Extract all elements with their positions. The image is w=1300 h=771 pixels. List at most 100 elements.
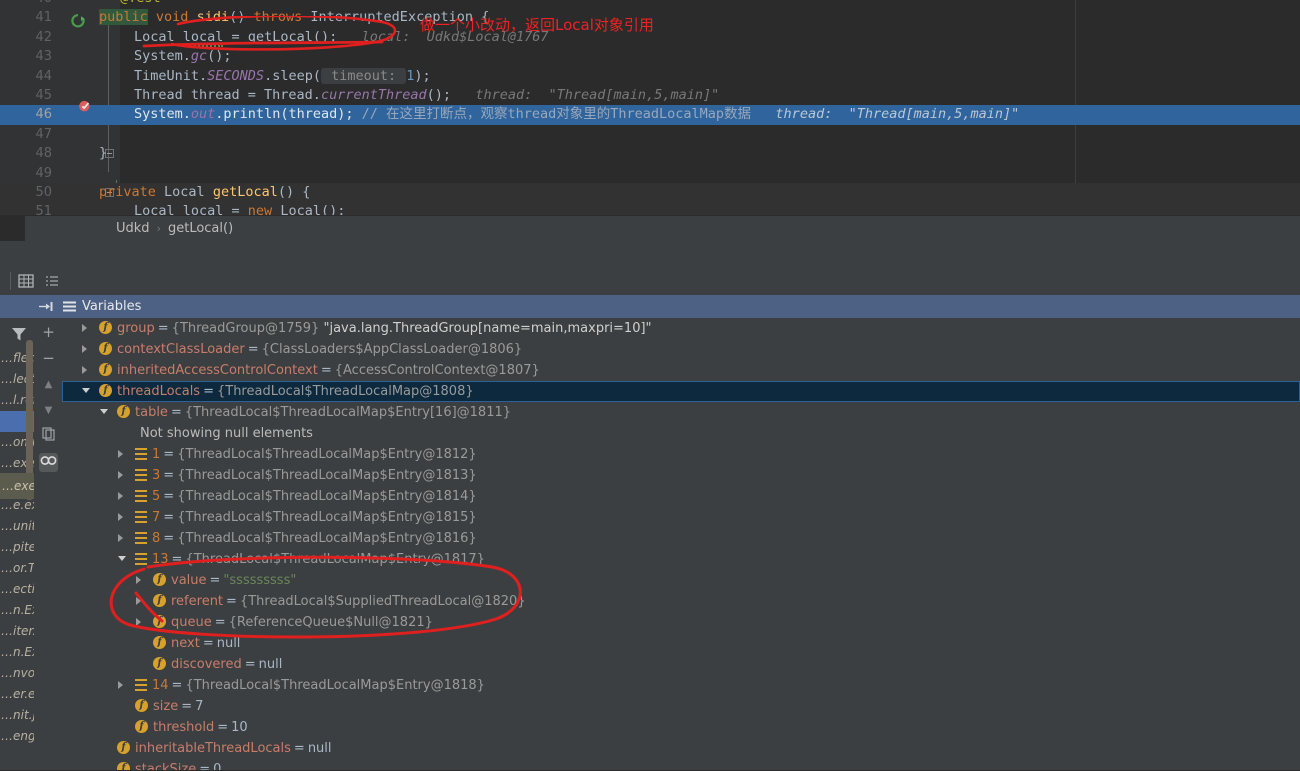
move-up-button[interactable]: ▲ bbox=[39, 375, 58, 394]
variable-value: {ThreadLocal$ThreadLocalMap$Entry@1817} bbox=[185, 552, 485, 567]
frame-row[interactable]: …er.eng bbox=[0, 684, 34, 705]
code-line[interactable]: 44 TimeUnit.SECONDS.sleep( timeout: 1); bbox=[0, 67, 1300, 86]
variable-name: next bbox=[171, 636, 200, 651]
variable-equals: = bbox=[226, 594, 237, 609]
variable-equals: = bbox=[163, 489, 175, 504]
variable-name: inheritableThreadLocals bbox=[135, 741, 291, 756]
variable-row[interactable]: f threshold = 10 bbox=[62, 717, 1300, 738]
expand-arrow-icon[interactable] bbox=[136, 612, 153, 633]
code-editor[interactable]: 40@Test41public void sidi() throws Inter… bbox=[0, 0, 1300, 215]
variable-name: inheritedAccessControlContext bbox=[117, 363, 318, 378]
variable-row[interactable]: f inheritedAccessControlContext = {AccessCo… bbox=[62, 360, 1300, 381]
code-line[interactable]: 43 System.gc(); bbox=[0, 47, 1300, 66]
variable-value: 7 bbox=[195, 699, 204, 714]
frame-row[interactable]: …piter.e bbox=[0, 537, 34, 558]
variable-row[interactable]: f group = {ThreadGroup@1759} "java.lang.Thr… bbox=[62, 318, 1300, 339]
add-watch-button[interactable]: + bbox=[39, 323, 58, 342]
remove-watch-button[interactable]: − bbox=[39, 349, 58, 368]
variables-tree[interactable]: f group = {ThreadGroup@1759} "java.lang.Thr… bbox=[62, 318, 1300, 771]
line-number: 46 bbox=[35, 107, 52, 123]
expand-arrow-icon[interactable] bbox=[82, 339, 99, 360]
frame-row[interactable]: …nvocat bbox=[0, 663, 34, 684]
breadcrumb-item-class[interactable]: Udkd bbox=[116, 221, 150, 236]
code-line[interactable]: 48} bbox=[0, 144, 1300, 163]
variable-equals: = bbox=[244, 657, 256, 672]
line-number: 45 bbox=[35, 88, 52, 103]
collapse-arrow-icon[interactable] bbox=[82, 381, 99, 402]
variable-row[interactable]: f value = "sssssssss" bbox=[62, 570, 1300, 591]
variable-row[interactable]: f queue = {ReferenceQueue$Null@1821} bbox=[62, 612, 1300, 633]
variable-row[interactable]: 3 = {ThreadLocal$ThreadLocalMap$Entry@1813… bbox=[62, 465, 1300, 486]
variable-row[interactable]: 8 = {ThreadLocal$ThreadLocalMap$Entry@1816… bbox=[62, 528, 1300, 549]
code-line[interactable]: 40 @Test bbox=[0, 0, 1300, 8]
variables-tab-header[interactable]: Variables bbox=[0, 295, 1300, 318]
variable-equals: = bbox=[214, 615, 226, 630]
expand-arrow-icon[interactable] bbox=[82, 360, 99, 381]
frame-row[interactable]: …nit.jupi bbox=[0, 705, 34, 726]
variable-row[interactable]: 5 = {ThreadLocal$ThreadLocalMap$Entry@1814… bbox=[62, 486, 1300, 507]
code-line[interactable]: 45 Thread thread = Thread.currentThread()… bbox=[0, 86, 1300, 105]
expand-arrow-icon[interactable] bbox=[118, 507, 135, 528]
run-test-icon[interactable] bbox=[70, 13, 86, 29]
variable-equals: = bbox=[217, 720, 229, 735]
code-line[interactable]: 50 private Local getLocal() { bbox=[0, 183, 1300, 203]
variable-row[interactable]: f size = 7 bbox=[62, 696, 1300, 717]
filter-icon[interactable] bbox=[11, 326, 27, 342]
inspect-button[interactable] bbox=[39, 453, 58, 472]
frame-row[interactable]: …n.Execu bbox=[0, 600, 34, 621]
variable-value: {AccessControlContext@1807} bbox=[334, 363, 540, 378]
expand-arrow-icon[interactable] bbox=[136, 591, 153, 612]
variable-row[interactable]: 13 = {ThreadLocal$ThreadLocalMap$Entry@181… bbox=[62, 549, 1300, 570]
variables-side-toolbar[interactable]: + − ▲ ▼ bbox=[34, 318, 63, 771]
group-by-type-icon[interactable] bbox=[42, 271, 62, 291]
variable-name: 14 bbox=[152, 678, 169, 693]
variable-row[interactable]: 1 = {ThreadLocal$ThreadLocalMap$Entry@1812… bbox=[62, 444, 1300, 465]
expand-arrow-icon[interactable] bbox=[118, 465, 135, 486]
collapse-arrow-icon[interactable] bbox=[118, 549, 135, 570]
expand-arrow-icon[interactable] bbox=[118, 486, 135, 507]
move-down-button[interactable]: ▼ bbox=[39, 401, 58, 420]
tree-message-row[interactable]: Not showing null elements bbox=[62, 423, 1300, 444]
expand-arrow-icon[interactable] bbox=[82, 318, 99, 339]
debug-toolbar[interactable] bbox=[0, 267, 1300, 296]
expand-arrow-icon[interactable] bbox=[118, 675, 135, 696]
frame-row[interactable]: …n.Execu bbox=[0, 642, 34, 663]
variable-row[interactable]: 14 = {ThreadLocal$ThreadLocalMap$Entry@181… bbox=[62, 675, 1300, 696]
field-icon: f bbox=[153, 573, 166, 586]
variable-value: {ThreadLocal$ThreadLocalMap$Entry[16]@18… bbox=[184, 405, 512, 420]
breadcrumb-item-method[interactable]: getLocal() bbox=[168, 221, 233, 236]
expand-arrow-icon[interactable] bbox=[118, 528, 135, 549]
annotation-note-code: 做一个小改动，返回Local对象引用 bbox=[420, 16, 654, 34]
variable-row[interactable]: f referent = {ThreadLocal$SuppliedThreadLoc… bbox=[62, 591, 1300, 612]
variable-name: 13 bbox=[152, 552, 169, 567]
expand-arrow-icon[interactable] bbox=[136, 570, 153, 591]
variable-value: {ThreadLocal$ThreadLocalMap@1808} bbox=[216, 384, 474, 399]
frame-row[interactable]: …ectivel bbox=[0, 579, 34, 600]
field-icon: f bbox=[99, 363, 112, 376]
code-line[interactable]: 47 bbox=[0, 125, 1300, 144]
toolbar-separator bbox=[10, 272, 11, 290]
lines-icon bbox=[63, 301, 76, 312]
array-element-icon bbox=[135, 552, 147, 565]
restore-layout-icon[interactable] bbox=[38, 299, 53, 314]
collapse-arrow-icon[interactable] bbox=[100, 402, 117, 423]
frame-row[interactable]: …unit.jup bbox=[0, 516, 34, 537]
variable-row[interactable]: f threadLocals = {ThreadLocal$ThreadLocalMa… bbox=[62, 381, 1300, 402]
code-line[interactable]: 46 System.out.println(thread); // 在这里打断点，… bbox=[0, 105, 1300, 125]
breakpoint-icon[interactable] bbox=[78, 99, 92, 113]
variable-row[interactable]: f discovered = null bbox=[62, 654, 1300, 675]
variable-row[interactable]: f contextClassLoader = {ClassLoaders$AppCla… bbox=[62, 339, 1300, 360]
variable-row[interactable]: f table = {ThreadLocal$ThreadLocalMap$Entry… bbox=[62, 402, 1300, 423]
expand-arrow-icon[interactable] bbox=[118, 444, 135, 465]
breadcrumb[interactable]: Udkd › getLocal() bbox=[0, 215, 1300, 242]
code-line[interactable]: 49 bbox=[0, 164, 1300, 183]
variable-row[interactable]: f next = null bbox=[62, 633, 1300, 654]
variable-row[interactable]: 7 = {ThreadLocal$ThreadLocalMap$Entry@1815… bbox=[62, 507, 1300, 528]
show-as-table-icon[interactable] bbox=[16, 271, 36, 291]
frame-row[interactable]: …or.Test bbox=[0, 558, 34, 579]
variable-row[interactable]: f inheritableThreadLocals = null bbox=[62, 738, 1300, 759]
code-line[interactable]: 51 Local local = new Local(); bbox=[0, 202, 1300, 215]
copy-value-button[interactable] bbox=[39, 427, 58, 446]
frame-row[interactable]: …iter.en bbox=[0, 621, 34, 642]
frame-row[interactable]: …engine bbox=[0, 726, 34, 747]
